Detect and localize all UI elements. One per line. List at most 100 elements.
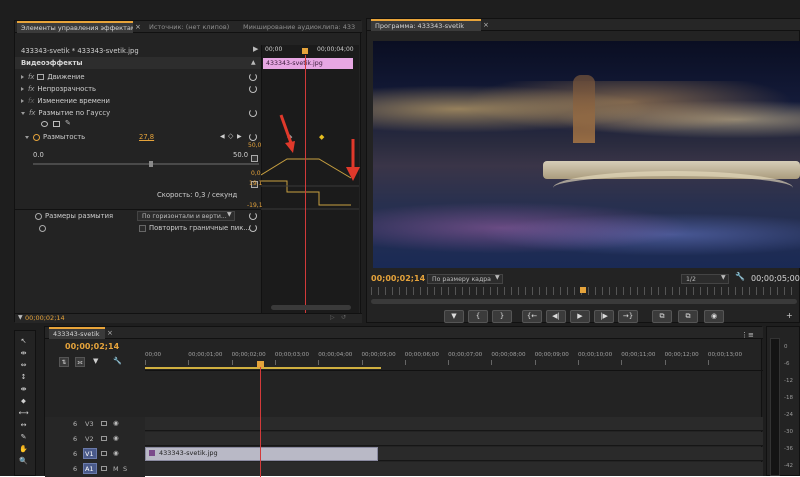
reset-icon[interactable] xyxy=(249,133,257,141)
ripple-edit-tool-icon[interactable]: ⇔ xyxy=(18,360,29,370)
graph-toggle-icon[interactable] xyxy=(251,155,258,162)
solo-button[interactable]: S xyxy=(123,465,127,473)
tab-source[interactable]: Источник: (нет клипов) xyxy=(145,22,235,33)
wrench-icon[interactable]: 🔧 xyxy=(113,357,122,365)
add-button-icon[interactable]: + xyxy=(786,311,793,320)
eye-icon[interactable]: ◉ xyxy=(113,449,119,457)
fx-badge[interactable]: fx xyxy=(28,85,34,93)
tab-close-icon[interactable]: × xyxy=(107,329,113,337)
tab-close-icon[interactable]: × xyxy=(135,23,141,31)
ec-ruler-start: 00;00 xyxy=(265,46,283,53)
toggle-sync-icon[interactable] xyxy=(101,451,107,456)
eye-icon[interactable]: ◉ xyxy=(113,419,119,427)
add-keyframe-icon[interactable]: ◇ xyxy=(228,132,233,140)
track-select-tool-icon[interactable]: ⇹ xyxy=(18,348,29,358)
tab-audio-mixer[interactable]: Микширование аудиоклипа: 433 xyxy=(239,22,359,33)
prev-keyframe-icon[interactable]: ◀ xyxy=(220,133,225,140)
rect-mask-icon[interactable] xyxy=(53,121,60,127)
lock-icon[interactable]: 6 xyxy=(73,420,77,428)
lift-button[interactable]: ⧉ xyxy=(652,310,672,323)
zoom-tool-icon[interactable]: 🔍 xyxy=(18,456,29,466)
reset-icon[interactable] xyxy=(249,85,257,93)
selection-tool-icon[interactable]: ↖ xyxy=(18,336,29,346)
ec-timecode[interactable]: 00;00;02;14 xyxy=(25,313,65,323)
ruler-tick-mark xyxy=(707,360,709,365)
blur-dims-label: Размеры размытия xyxy=(45,212,114,220)
collapse-triangle-icon[interactable] xyxy=(25,135,29,139)
effect-row-motion[interactable]: fx Движение xyxy=(21,71,261,83)
toggle-sync-icon[interactable] xyxy=(101,436,107,441)
step-back-button[interactable]: ◀| xyxy=(546,310,566,323)
section-menu-arrow-icon[interactable]: ▲ xyxy=(251,59,256,66)
mark-in-button[interactable]: { xyxy=(468,310,488,323)
effect-row-gaussian-blur[interactable]: fx Размытие по Гауссу xyxy=(21,107,261,119)
mark-out-button[interactable]: } xyxy=(492,310,512,323)
stopwatch-icon[interactable] xyxy=(39,224,46,232)
ec-scrollbar[interactable] xyxy=(271,305,351,310)
rolling-edit-tool-icon[interactable]: ↕ xyxy=(18,372,29,382)
next-keyframe-icon[interactable]: ▶ xyxy=(237,133,242,140)
ruler-tick-label: 00;00 xyxy=(145,352,162,358)
expand-triangle-icon[interactable] xyxy=(21,75,24,79)
add-marker-button[interactable]: ▼ xyxy=(444,310,464,323)
stopwatch-icon[interactable] xyxy=(35,212,42,220)
add-marker-icon[interactable]: ▼ xyxy=(93,357,98,365)
ruler-tick-label: 00;00;13;00 xyxy=(707,352,743,358)
fx-badge[interactable]: fx xyxy=(28,97,34,105)
expand-triangle-icon[interactable] xyxy=(21,99,24,103)
play-button[interactable]: ▶ xyxy=(570,310,590,323)
repeat-edges-checkbox[interactable] xyxy=(139,225,146,232)
ellipse-mask-icon[interactable] xyxy=(41,121,48,127)
chevron-down-icon[interactable]: ▼ xyxy=(227,211,232,218)
effect-row-time-remap[interactable]: fx Изменение времени xyxy=(21,95,261,107)
reset-icon[interactable] xyxy=(249,73,257,81)
fx-badge[interactable]: fx xyxy=(29,109,35,117)
extract-button[interactable]: ⧉ xyxy=(678,310,698,323)
reset-icon[interactable] xyxy=(249,212,257,220)
razor-tool-icon[interactable]: ⬥ xyxy=(18,396,29,406)
fx-badge[interactable]: fx xyxy=(28,73,34,81)
go-to-in-button[interactable]: {← xyxy=(522,310,542,323)
slide-tool-icon[interactable]: ↔ xyxy=(18,420,29,430)
snap-icon[interactable]: ⇅ xyxy=(59,357,69,367)
pen-mask-icon[interactable]: ✎ xyxy=(65,119,71,127)
linked-selection-icon[interactable]: ⟗ xyxy=(75,357,85,367)
play-audio-icon[interactable]: ▷ xyxy=(330,314,335,321)
toggle-sync-icon[interactable] xyxy=(101,421,107,426)
show-timeline-arrow-icon[interactable]: ▶ xyxy=(253,45,258,53)
rate-stretch-tool-icon[interactable]: ⇼ xyxy=(18,384,29,394)
loop-icon[interactable]: ↺ xyxy=(341,314,346,321)
collapse-triangle-icon[interactable] xyxy=(21,111,25,115)
timeline-timecode[interactable]: 00;00;02;14 xyxy=(65,341,119,353)
blur-dims-dropdown[interactable]: По горизонтали и верти... xyxy=(137,211,235,221)
ec-playhead-marker[interactable] xyxy=(302,48,308,54)
panel-menu-icon[interactable]: ⋮≡ xyxy=(741,331,754,339)
blur-value[interactable]: 27,8 xyxy=(139,131,154,143)
lock-icon[interactable]: 6 xyxy=(73,450,77,458)
ruler-tick-mark xyxy=(534,360,536,365)
slip-tool-icon[interactable]: ⟷ xyxy=(18,408,29,418)
blur-slider-track[interactable] xyxy=(33,163,259,165)
graph-top-value: 50,0 xyxy=(248,142,262,149)
mute-button[interactable]: M xyxy=(113,465,119,473)
export-frame-button[interactable]: ◉ xyxy=(704,310,724,323)
step-forward-button[interactable]: |▶ xyxy=(594,310,614,323)
audio-meter-ticks: 0 -6 -12 -18 -24 -30 -36 -42 xyxy=(784,334,800,476)
lock-icon[interactable]: 6 xyxy=(73,435,77,443)
effect-row-opacity[interactable]: fx Непрозрачность xyxy=(21,83,261,95)
reset-icon[interactable] xyxy=(249,109,257,117)
filter-icon[interactable]: ▼ xyxy=(18,314,23,321)
stopwatch-icon[interactable] xyxy=(33,133,40,141)
blur-slider-thumb[interactable] xyxy=(149,161,153,167)
reset-icon[interactable] xyxy=(249,224,257,232)
toggle-sync-icon[interactable] xyxy=(101,466,107,471)
tab-sequence[interactable]: 433343-svetik xyxy=(49,327,105,339)
pen-tool-icon[interactable]: ✎ xyxy=(18,432,29,442)
lock-icon[interactable]: 6 xyxy=(73,465,77,473)
eye-icon[interactable]: ◉ xyxy=(113,434,119,442)
effect-label: Изменение времени xyxy=(37,97,110,105)
hand-tool-icon[interactable]: ✋ xyxy=(18,444,29,454)
expand-triangle-icon[interactable] xyxy=(21,87,24,91)
go-to-out-button[interactable]: →} xyxy=(618,310,638,323)
tab-effect-controls[interactable]: Элементы управления эффектами xyxy=(17,21,133,33)
